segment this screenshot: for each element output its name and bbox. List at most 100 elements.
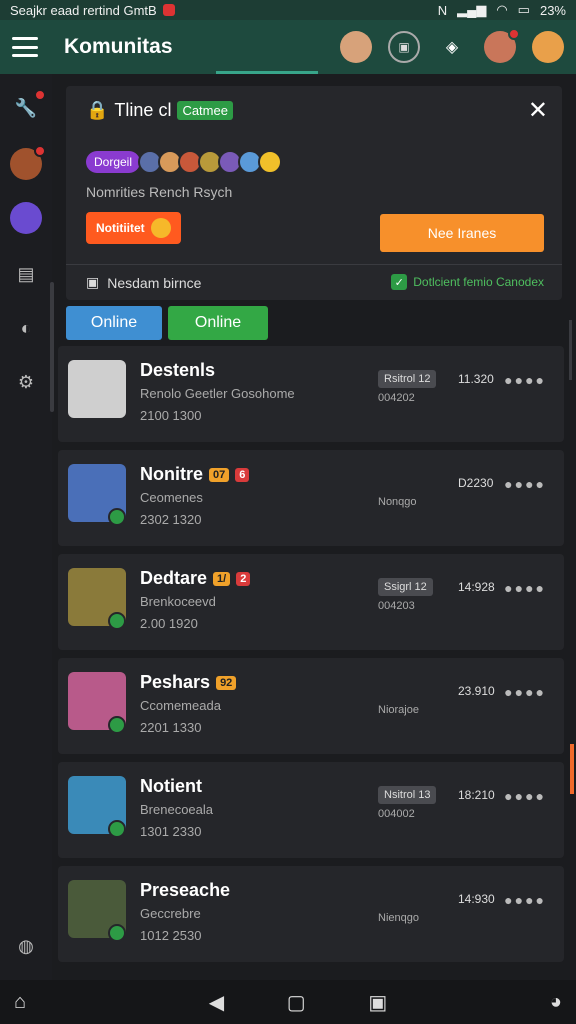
game-icon[interactable] <box>10 202 42 234</box>
list-item[interactable]: Preseache Geccrebre 1012 2530 Nienqgo 14:930… <box>58 866 564 962</box>
list-item[interactable]: Nonitre 07 6 Ceomenes 2302 1320 Nonqgo D2230 ●●… <box>58 450 564 546</box>
member-date: 2302 1320 <box>140 512 202 527</box>
meta-tag: Nsitrol 13 <box>378 786 437 804</box>
back-icon[interactable]: ◀ <box>209 990 224 1015</box>
list-item[interactable]: Peshars 92 Ccomemeada 2201 1330 Niorajoe 23.9… <box>58 658 564 754</box>
member-name-row: Dedtare 1/2 <box>140 568 251 589</box>
footer-left-label: Nesdam birnce <box>107 274 202 291</box>
filter-chips: Online Online <box>66 306 268 340</box>
member-avatar <box>68 360 126 418</box>
card-tag: Catmee <box>177 101 233 120</box>
assistant-icon[interactable]: ◕ <box>550 991 562 1014</box>
ticket-icon[interactable]: ◈ <box>436 31 468 63</box>
member-name: Peshars <box>140 672 211 692</box>
inbox-icon[interactable]: ▣ <box>388 31 420 63</box>
filter-chip-online-active[interactable]: Online <box>168 306 268 340</box>
member-name-row: Nonitre 07 6 <box>140 464 250 485</box>
member-time: 14:930 <box>458 892 495 906</box>
meta-label: Nonqgo <box>378 496 417 508</box>
member-badge: 1/ <box>213 571 231 586</box>
member-date: 1301 2330 <box>140 824 202 839</box>
member-time: 14:928 <box>458 580 495 594</box>
lock-icon: 🔒 <box>86 100 109 120</box>
member-subtitle: Ccomemeada <box>140 698 221 713</box>
user-avatar[interactable] <box>532 31 564 63</box>
group-card: 🔒 Tline cl Catmee ✕ Dorgeil Nomrities Re… <box>66 86 562 300</box>
member-time: 18:210 <box>458 788 495 802</box>
meta-label: Niorajoe <box>378 704 419 716</box>
member-list: Destenls Renolo Geetler Gosohome 2100 1300… <box>58 346 564 970</box>
member-name: Preseache <box>140 880 231 900</box>
more-options-icon[interactable]: ●●●● <box>504 892 546 908</box>
more-options-icon[interactable]: ●●●● <box>504 372 546 388</box>
card-title: Tline cl <box>114 100 172 120</box>
online-indicator-icon <box>108 716 126 734</box>
meta-label: 004002 <box>378 808 415 820</box>
card-footer-right[interactable]: ✓ Dotlcient femio Canodex <box>391 274 544 290</box>
close-icon[interactable]: ✕ <box>528 96 548 125</box>
status-bar: Seajkr eaad rertind GmtB N ▂▄▆ ◠ ▭ 23% <box>0 0 576 20</box>
member-badge: 2 <box>236 571 251 586</box>
meta-label: 004203 <box>378 600 415 612</box>
gear-icon[interactable]: ⚙ <box>10 366 42 398</box>
online-indicator-icon <box>108 508 126 526</box>
more-options-icon[interactable]: ●●●● <box>504 476 546 492</box>
status-pill-label: Notitiitet <box>96 221 145 235</box>
list-scrollbar[interactable] <box>569 320 572 380</box>
member-date: 2.00 1920 <box>140 616 198 631</box>
list-item[interactable]: Destenls Renolo Geetler Gosohome 2100 1300… <box>58 346 564 442</box>
more-options-icon[interactable]: ●●●● <box>504 580 546 596</box>
scroll-accent <box>570 744 574 794</box>
meta-label: Nienqgo <box>378 912 419 924</box>
list-item[interactable]: Dedtare 1/2 Brenkoceevd 2.00 1920 Ssigrl 12 0… <box>58 554 564 650</box>
member-time: 11.320 <box>458 372 494 386</box>
member-subtitle: Brenkoceevd <box>140 594 216 609</box>
help-icon[interactable]: ◍ <box>10 930 42 962</box>
document-icon[interactable]: ▤ <box>10 258 42 290</box>
profile-avatar[interactable] <box>340 31 372 63</box>
meta-label: 004202 <box>378 392 415 404</box>
member-name-row: Peshars 92 <box>140 672 237 693</box>
signal-icon: ▂▄▆ <box>457 2 487 17</box>
notification-avatar[interactable] <box>484 28 520 63</box>
member-avatars[interactable]: Dorgeil <box>86 150 283 174</box>
smiley-icon <box>150 218 171 238</box>
status-text: Seajkr eaad rertind GmtB <box>10 2 157 18</box>
member-subtitle: Ceomenes <box>140 490 203 505</box>
member-badge: 92 <box>216 675 237 690</box>
member-subtitle: Brenecoeala <box>140 802 213 817</box>
member-date: 2100 1300 <box>140 408 202 423</box>
emoji-icon <box>258 150 283 174</box>
sidebar-avatar[interactable] <box>10 145 46 180</box>
battery-percent: 23% <box>539 2 566 18</box>
member-date: 2201 1330 <box>140 720 202 735</box>
sidebar-scrollbar[interactable] <box>50 282 54 412</box>
member-pill: Dorgeil <box>86 151 141 173</box>
list-item[interactable]: Notient Brenecoeala 1301 2330 Nsitrol 13 004… <box>58 762 564 858</box>
member-badge: 07 <box>209 467 230 482</box>
card-subtitle: Nomrities Rench Rsych <box>86 184 233 200</box>
status-pill[interactable]: Notitiitet <box>86 212 181 244</box>
member-subtitle: Renolo Geetler Gosohome <box>140 386 295 401</box>
home-icon[interactable]: ⌂ <box>14 991 26 1014</box>
join-button[interactable]: Nee Iranes <box>380 214 544 252</box>
more-options-icon[interactable]: ●●●● <box>504 684 546 700</box>
member-name: Nonitre <box>140 464 203 484</box>
recents-icon[interactable]: ▣ <box>368 990 387 1015</box>
chat-icon[interactable]: ◐ <box>10 312 42 344</box>
online-indicator-icon <box>108 924 126 942</box>
overview-icon[interactable]: ▢ <box>287 990 306 1015</box>
more-options-icon[interactable]: ●●●● <box>504 788 546 804</box>
battery-icon: ▭ <box>517 2 530 17</box>
system-nav-bar: ⌂ ◀ ▢ ▣ ◕ <box>0 980 576 1024</box>
member-name-row: Destenls <box>140 360 215 381</box>
wrench-icon[interactable]: 🔧 <box>10 89 46 124</box>
online-indicator-icon <box>108 612 126 630</box>
menu-icon[interactable] <box>12 37 38 57</box>
sidebar: 🔧 ▤ ◐ ⚙ ◍ <box>0 74 52 984</box>
member-name-row: Preseache <box>140 880 230 901</box>
card-footer-left[interactable]: ▣ Nesdam birnce <box>86 274 201 291</box>
meta-tag: Rsitrol 12 <box>378 370 437 388</box>
checkbox-checked[interactable]: ✓ <box>391 274 408 290</box>
filter-chip-online[interactable]: Online <box>66 306 162 340</box>
